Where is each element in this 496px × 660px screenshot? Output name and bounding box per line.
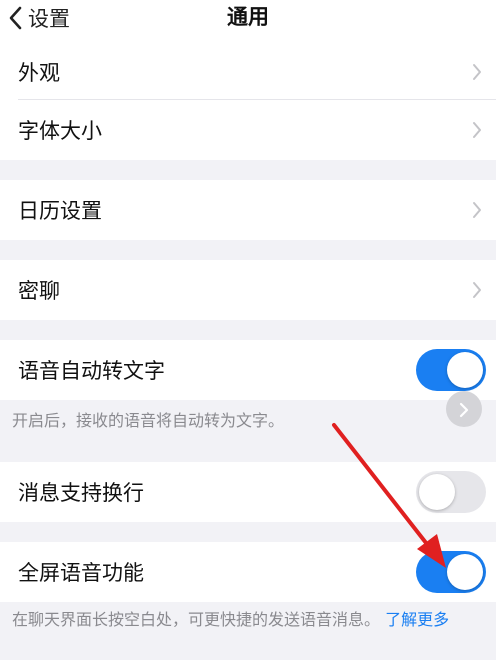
chevron-right-icon (459, 402, 469, 418)
row-label-appearance: 外观 (18, 61, 60, 85)
row-appearance[interactable]: 外观 (0, 44, 496, 100)
row-label-line-break: 消息支持换行 (18, 481, 144, 505)
row-calendar[interactable]: 日历设置 (0, 180, 496, 240)
row-line-break: 消息支持换行 (0, 462, 496, 522)
row-label-fullscreen-voice: 全屏语音功能 (18, 561, 144, 585)
row-label-font-size: 字体大小 (18, 119, 102, 143)
line-break-toggle[interactable] (416, 471, 486, 513)
floating-assist-button[interactable] (446, 391, 482, 427)
toggle-knob (447, 554, 483, 590)
page-title: 通用 (227, 5, 269, 29)
chevron-right-icon (472, 281, 482, 299)
row-voice-to-text: 语音自动转文字 (0, 340, 496, 400)
row-font-size[interactable]: 字体大小 (0, 100, 496, 160)
toggle-knob (419, 474, 455, 510)
fullscreen-voice-toggle[interactable] (416, 551, 486, 593)
fullscreen-voice-description: 在聊天界面长按空白处，可更快捷的发送语音消息。 了解更多 (12, 608, 486, 631)
toggle-knob (447, 352, 483, 388)
row-secret-chat[interactable]: 密聊 (0, 260, 496, 320)
voice-to-text-toggle[interactable] (416, 349, 486, 391)
row-label-calendar: 日历设置 (18, 199, 102, 223)
row-fullscreen-voice: 全屏语音功能 (0, 542, 496, 602)
nav-bar: 设置 通用 (0, 0, 496, 44)
chevron-right-icon (472, 121, 482, 139)
fullscreen-voice-desc-text: 在聊天界面长按空白处，可更快捷的发送语音消息。 (12, 610, 381, 629)
learn-more-link[interactable]: 了解更多 (385, 610, 449, 629)
chevron-right-icon (472, 63, 482, 81)
chevron-right-icon (472, 201, 482, 219)
row-label-secret-chat: 密聊 (18, 279, 60, 303)
row-label-voice-to-text: 语音自动转文字 (18, 359, 165, 383)
voice-to-text-description: 开启后，接收的语音将自动转为文字。 (12, 411, 285, 430)
